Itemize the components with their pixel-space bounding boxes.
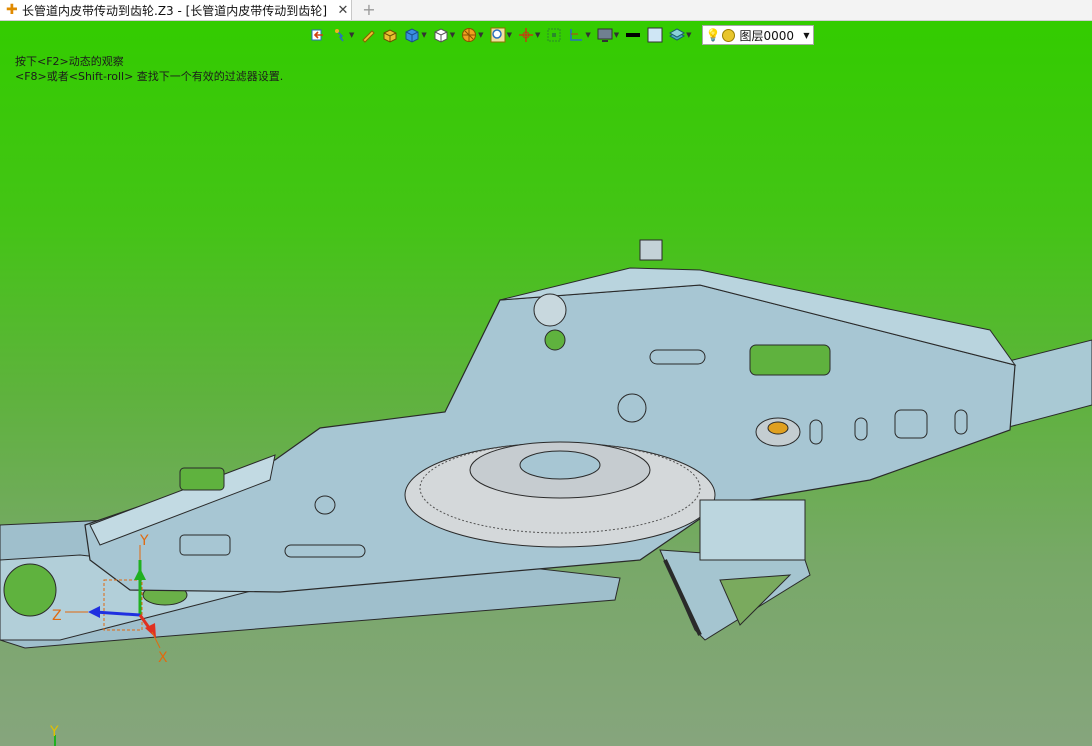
landing-strut: [659, 549, 811, 641]
axis-y-label: Y: [139, 533, 149, 549]
axis-x-label: X: [158, 650, 168, 666]
document-tab-bar: ✚ 长管道内皮带传动到齿轮.Z3 - [长管道内皮带传动到齿轮] ✕ +: [0, 0, 1092, 21]
tab-title: 长管道内皮带传动到齿轮.Z3 - [长管道内皮带传动到齿轮]: [22, 3, 327, 18]
document-tab[interactable]: ✚ 长管道内皮带传动到齿轮.Z3 - [长管道内皮带传动到齿轮] ✕: [0, 0, 352, 20]
tail-boom: [1004, 339, 1092, 429]
world-axis-indicator: Y: [49, 724, 59, 746]
main-gear: [404, 441, 716, 548]
close-icon[interactable]: ✕: [335, 3, 351, 18]
new-tab-button[interactable]: +: [360, 1, 378, 19]
3d-viewport[interactable]: 按下<F2>动态的观察 <F8>或者<Shift-roll> 查找下一个有效的过…: [0, 21, 1092, 746]
world-axis-y-label: Y: [49, 724, 59, 740]
pin-icon: ✚: [6, 2, 18, 18]
axis-z-label: Z: [52, 608, 62, 624]
cad-model[interactable]: Y X Z Y: [0, 21, 1092, 746]
